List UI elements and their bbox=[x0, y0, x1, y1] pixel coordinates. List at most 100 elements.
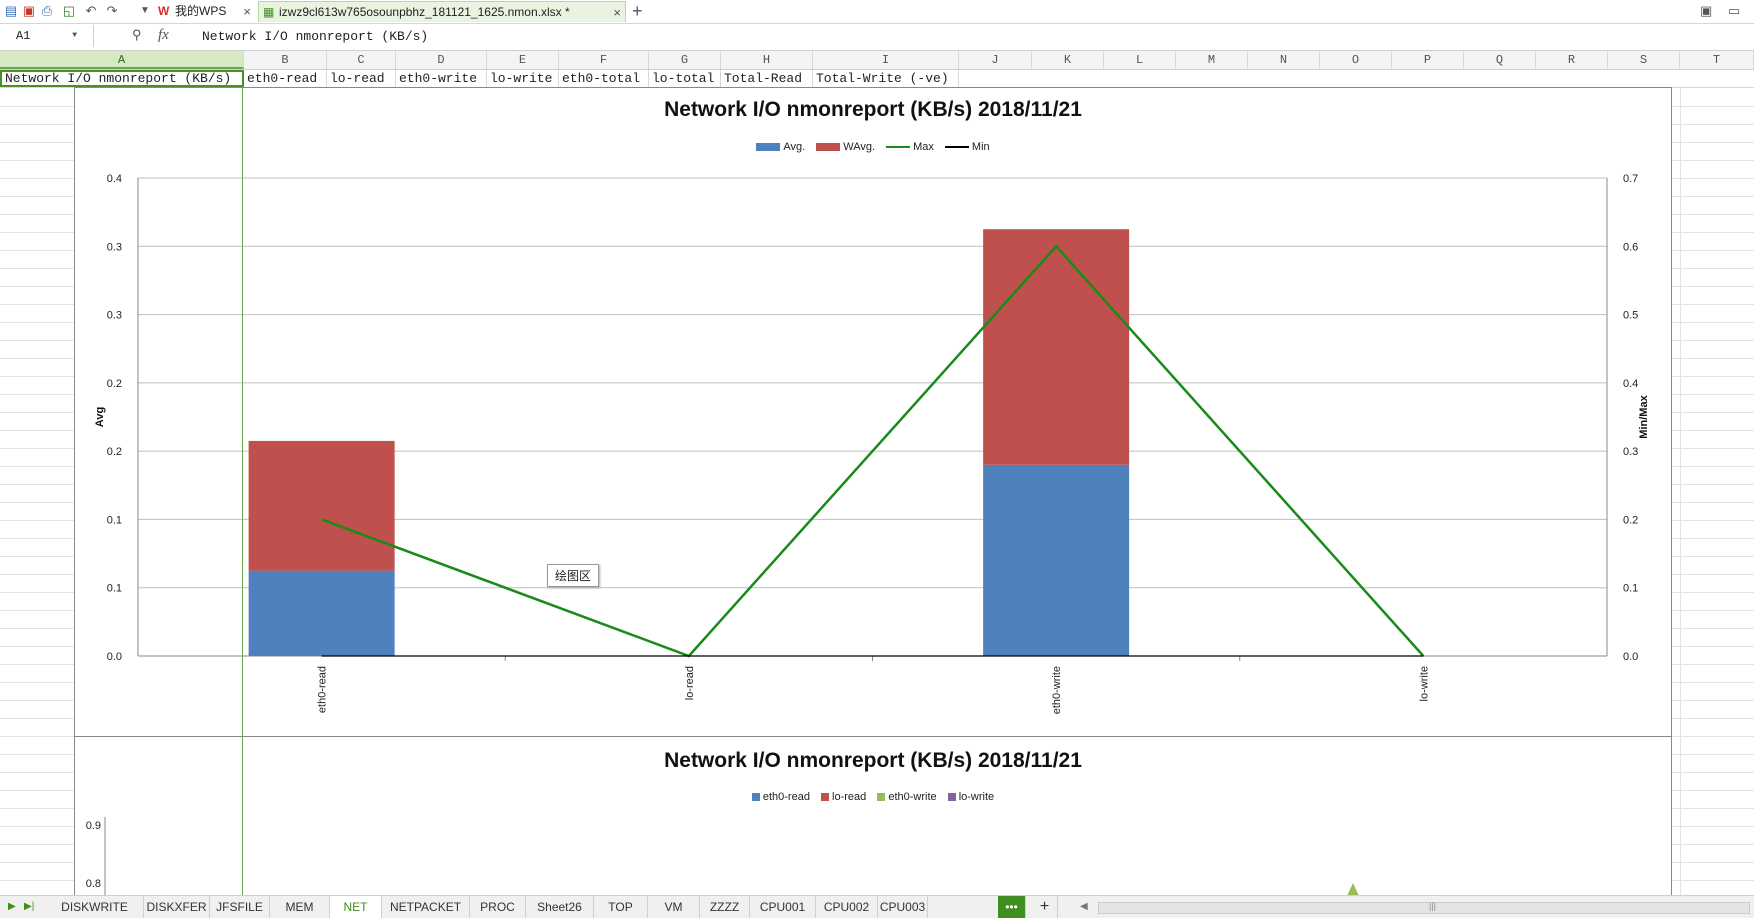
tab-label: izwz9cl613w765osounpbhz_181121_1625.nmon… bbox=[279, 5, 570, 19]
sheet-tab-jfsfile[interactable]: JFSFILE bbox=[210, 896, 270, 918]
cell-b1[interactable]: eth0-read bbox=[244, 70, 327, 87]
column-header-c[interactable]: C bbox=[327, 51, 396, 69]
y2-tick-label: 0.0 bbox=[1623, 651, 1638, 663]
column-header-t[interactable]: T bbox=[1680, 51, 1754, 69]
x-tick-label: eth0-read bbox=[317, 666, 329, 713]
column-header-n[interactable]: N bbox=[1248, 51, 1320, 69]
column-header-g[interactable]: G bbox=[649, 51, 721, 69]
minimize-icon[interactable]: ▭ bbox=[1728, 3, 1740, 19]
y-tick-label: 0.9 bbox=[86, 820, 101, 832]
sheet-tab-sheet26[interactable]: Sheet26 bbox=[526, 896, 594, 918]
sheet-tab-cpu002[interactable]: CPU002 bbox=[816, 896, 878, 918]
sheet-tab-vm[interactable]: VM bbox=[648, 896, 700, 918]
cell-i1[interactable]: Total-Write (-ve) bbox=[813, 70, 959, 87]
row-1: Network I/O nmonreport (KB/s) eth0-read … bbox=[0, 70, 1754, 88]
column-header-h[interactable]: H bbox=[721, 51, 813, 69]
cell-f1[interactable]: eth0-total bbox=[559, 70, 649, 87]
column-header-m[interactable]: M bbox=[1176, 51, 1248, 69]
chevron-down-icon[interactable]: ▼ bbox=[72, 25, 77, 47]
sheet-tab-diskxfer[interactable]: DISKXFER bbox=[144, 896, 210, 918]
column-header-f[interactable]: F bbox=[559, 51, 649, 69]
column-header-l[interactable]: L bbox=[1104, 51, 1176, 69]
undo-icon[interactable]: ↶ bbox=[84, 4, 98, 18]
bar-avg-eth0-read bbox=[248, 570, 395, 656]
horizontal-scrollbar[interactable]: ||| bbox=[1098, 901, 1750, 914]
sheet-next-icon[interactable]: ▶ bbox=[8, 896, 16, 918]
bar-wavg-eth0-read bbox=[248, 440, 395, 571]
cell-a1[interactable]: Network I/O nmonreport (KB/s) bbox=[0, 70, 244, 87]
formula-bar: A1 ▼ ⚲ fx Network I/O nmonreport (KB/s) bbox=[0, 24, 1754, 51]
redo-icon[interactable]: ↷ bbox=[105, 4, 119, 18]
column-header-r[interactable]: R bbox=[1536, 51, 1608, 69]
more-sheets-button[interactable]: ••• bbox=[998, 896, 1026, 918]
sheet-tab-diskwrite[interactable]: DISKWRITE bbox=[46, 896, 144, 918]
x-tick-label: lo-read bbox=[684, 666, 696, 700]
fx-button[interactable]: fx bbox=[158, 27, 169, 44]
print-icon[interactable]: ⎙ bbox=[40, 4, 54, 18]
formula-input[interactable]: Network I/O nmonreport (KB/s) bbox=[202, 26, 428, 48]
bar-avg-eth0-write bbox=[983, 464, 1130, 656]
wps-logo-icon: W bbox=[158, 4, 170, 18]
y2-tick-label: 0.6 bbox=[1623, 241, 1638, 253]
column-header: A B C D E F G H I J K L M N O P Q R S T bbox=[0, 51, 1754, 70]
plot-area-tooltip: 绘图区 bbox=[547, 564, 600, 587]
chart-network-io-avg[interactable]: Network I/O nmonreport (KB/s) 2018/11/21… bbox=[74, 87, 1672, 737]
new-tab-button[interactable]: + bbox=[632, 0, 643, 22]
x-tick-label: lo-write bbox=[1418, 666, 1430, 701]
column-header-k[interactable]: K bbox=[1032, 51, 1104, 69]
sheet-tab-zzzz[interactable]: ZZZZ bbox=[700, 896, 750, 918]
pdf-icon[interactable]: ▣ bbox=[22, 4, 36, 18]
add-sheet-button[interactable]: + bbox=[1032, 896, 1058, 918]
dropdown-icon[interactable]: ▼ bbox=[138, 4, 152, 18]
column-header-p[interactable]: P bbox=[1392, 51, 1464, 69]
y2-tick-label: 0.7 bbox=[1623, 173, 1638, 185]
new-icon[interactable]: ▤ bbox=[4, 4, 18, 18]
scroll-left-icon[interactable]: ◀ bbox=[1080, 896, 1088, 918]
y-tick-label: 0.2 bbox=[107, 378, 122, 390]
cell-h1[interactable]: Total-Read bbox=[721, 70, 813, 87]
column-header-e[interactable]: E bbox=[487, 51, 559, 69]
sheet-tab-netpacket[interactable]: NETPACKET bbox=[382, 896, 470, 918]
chart-network-io-interfaces[interactable]: Network I/O nmonreport (KB/s) 2018/11/21… bbox=[74, 736, 1672, 896]
column-header-j[interactable]: J bbox=[959, 51, 1032, 69]
zoom-icon[interactable]: ⚲ bbox=[132, 27, 142, 43]
sheet-tab-mem[interactable]: MEM bbox=[270, 896, 330, 918]
window-icon[interactable]: ▣ bbox=[1700, 3, 1712, 19]
column-header-d[interactable]: D bbox=[396, 51, 487, 69]
column-a-guide bbox=[242, 87, 243, 895]
chart-plot-svg: 0.9 0.8 bbox=[86, 817, 1359, 896]
y-tick-label: 0.2 bbox=[107, 446, 122, 458]
name-box[interactable]: A1 ▼ bbox=[0, 25, 94, 47]
sheet-tab-proc[interactable]: PROC bbox=[470, 896, 526, 918]
column-header-o[interactable]: O bbox=[1320, 51, 1392, 69]
tab-label: 我的WPS bbox=[175, 4, 227, 18]
column-header-b[interactable]: B bbox=[244, 51, 327, 69]
scrollbar-grip-icon[interactable]: ||| bbox=[1429, 901, 1436, 911]
sheet-tab-top[interactable]: TOP bbox=[594, 896, 648, 918]
tab-my-wps[interactable]: W 我的WPS × bbox=[155, 1, 255, 22]
y2-axis-title: Min/Max bbox=[1638, 394, 1650, 438]
y2-tick-label: 0.5 bbox=[1623, 310, 1638, 322]
sheet-tab-cpu001[interactable]: CPU001 bbox=[750, 896, 816, 918]
close-icon[interactable]: × bbox=[613, 2, 621, 23]
y2-tick-label: 0.2 bbox=[1623, 514, 1638, 526]
cell-d1[interactable]: eth0-write bbox=[396, 70, 487, 87]
bar-wavg-eth0-write bbox=[983, 229, 1130, 465]
cell-g1[interactable]: lo-total bbox=[649, 70, 721, 87]
preview-icon[interactable]: ◱ bbox=[62, 4, 76, 18]
sheet-tab-net[interactable]: NET bbox=[330, 896, 382, 918]
column-header-i[interactable]: I bbox=[813, 51, 959, 69]
cell-c1[interactable]: lo-read bbox=[327, 70, 396, 87]
sheet-tab-bar: ▶ ▶| DISKWRITE DISKXFER JFSFILE MEM NET NETPA… bbox=[0, 895, 1754, 918]
column-header-a[interactable]: A bbox=[0, 51, 244, 69]
close-icon[interactable]: × bbox=[243, 1, 251, 22]
tab-workbook[interactable]: ▦ izwz9cl613w765osounpbhz_181121_1625.nm… bbox=[258, 1, 626, 22]
sheet-last-icon[interactable]: ▶| bbox=[24, 896, 34, 918]
y-tick-label: 0.0 bbox=[107, 651, 122, 663]
sheet-tab-cpu003[interactable]: CPU003 bbox=[878, 896, 928, 918]
column-header-s[interactable]: S bbox=[1608, 51, 1680, 69]
column-header-q[interactable]: Q bbox=[1464, 51, 1536, 69]
y-tick-label: 0.1 bbox=[107, 514, 122, 526]
cell-e1[interactable]: lo-write bbox=[487, 70, 559, 87]
title-bar: ▤ ▣ ⎙ ◱ ↶ ↷ ▼ W 我的WPS × ▦ izwz9cl613w765… bbox=[0, 0, 1754, 24]
